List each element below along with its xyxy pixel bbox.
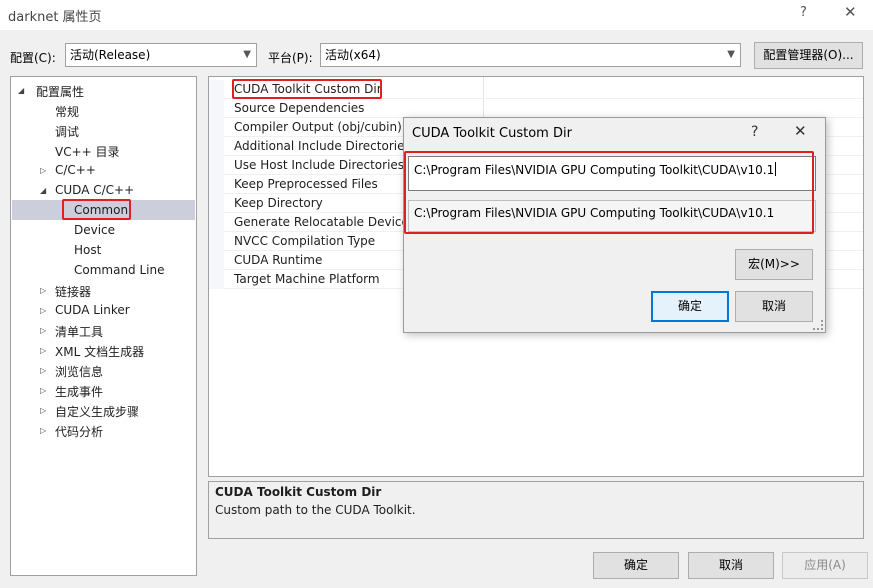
- expand-icon[interactable]: ▷: [40, 386, 46, 395]
- property-tree: ◢ 配置属性 常规 调试 VC++ 目录 ▷ C/C++ ◢ CUDA C/C+…: [10, 76, 197, 576]
- chevron-down-icon: ▼: [243, 49, 251, 60]
- dialog-highlight-box: [404, 151, 814, 234]
- property-name: NVCC Compilation Type: [234, 234, 376, 248]
- collapse-icon[interactable]: ◢: [40, 186, 46, 195]
- tree-item-xml-doc-generator[interactable]: XML 文档生成器: [55, 343, 144, 360]
- property-highlight-box: [232, 79, 382, 99]
- help-icon[interactable]: ?: [800, 5, 807, 20]
- property-name: Generate Relocatable Device: [234, 215, 409, 229]
- property-name: Source Dependencies: [234, 101, 365, 115]
- property-name: Use Host Include Directories: [234, 158, 405, 172]
- common-highlight-box: [62, 199, 131, 220]
- property-name: Keep Directory: [234, 196, 323, 210]
- window-title: darknet 属性页: [8, 10, 102, 25]
- ok-button[interactable]: 确定: [593, 552, 679, 579]
- dialog-title: CUDA Toolkit Custom Dir: [412, 126, 572, 141]
- expand-icon[interactable]: ▷: [40, 306, 46, 315]
- collapse-icon[interactable]: ◢: [18, 86, 24, 95]
- tree-item-host[interactable]: Host: [74, 243, 101, 257]
- property-name: Target Machine Platform: [234, 272, 380, 286]
- tree-item-code-analysis[interactable]: 代码分析: [55, 423, 103, 440]
- property-name: Compiler Output (obj/cubin): [234, 120, 402, 134]
- description-title: CUDA Toolkit Custom Dir: [215, 485, 382, 499]
- title-bar: [0, 0, 873, 30]
- cancel-button[interactable]: 取消: [688, 552, 774, 579]
- expand-icon[interactable]: ▷: [40, 346, 46, 355]
- platform-value: 活动(x64): [325, 48, 381, 62]
- tree-item-device[interactable]: Device: [74, 223, 115, 237]
- config-dropdown[interactable]: 活动(Release) ▼: [65, 43, 257, 67]
- close-icon[interactable]: ✕: [794, 122, 807, 140]
- expand-icon[interactable]: ▷: [40, 366, 46, 375]
- tree-item-cuda-c-cpp[interactable]: CUDA C/C++: [55, 183, 134, 197]
- expand-icon[interactable]: ▷: [40, 166, 46, 175]
- tree-item-build-events[interactable]: 生成事件: [55, 383, 103, 400]
- property-name: Additional Include Directories: [234, 139, 411, 153]
- description-text: Custom path to the CUDA Toolkit.: [215, 503, 416, 517]
- close-icon[interactable]: ✕: [844, 3, 857, 21]
- tree-item-custom-build-step[interactable]: 自定义生成步骤: [55, 403, 139, 420]
- platform-label: 平台(P):: [268, 51, 313, 65]
- tree-item-vc-directories[interactable]: VC++ 目录: [55, 143, 120, 160]
- chevron-down-icon: ▼: [727, 49, 735, 60]
- help-icon[interactable]: ?: [751, 124, 758, 140]
- tree-item-c-cpp[interactable]: C/C++: [55, 163, 96, 177]
- expand-icon[interactable]: ▷: [40, 426, 46, 435]
- property-name: Keep Preprocessed Files: [234, 177, 378, 191]
- tree-item-browse-info[interactable]: 浏览信息: [55, 363, 103, 380]
- resize-grip-icon[interactable]: [813, 320, 823, 330]
- tree-item-cuda-linker[interactable]: CUDA Linker: [55, 303, 130, 317]
- platform-dropdown[interactable]: 活动(x64) ▼: [320, 43, 741, 67]
- description-pane: CUDA Toolkit Custom Dir Custom path to t…: [208, 481, 864, 539]
- dialog-ok-button[interactable]: 确定: [651, 291, 729, 322]
- config-value: 活动(Release): [70, 48, 151, 62]
- property-row[interactable]: Source Dependencies: [209, 99, 863, 118]
- dialog-cancel-button[interactable]: 取消: [735, 291, 813, 322]
- tree-item-manifest-tool[interactable]: 清单工具: [55, 323, 103, 340]
- tree-item-debugging[interactable]: 调试: [55, 123, 79, 140]
- expand-icon[interactable]: ▷: [40, 406, 46, 415]
- expand-icon[interactable]: ▷: [40, 326, 46, 335]
- config-label: 配置(C):: [10, 51, 56, 65]
- tree-item-general[interactable]: 常规: [55, 103, 79, 120]
- tree-item-config-properties[interactable]: 配置属性: [36, 83, 84, 100]
- config-manager-button[interactable]: 配置管理器(O)...: [754, 42, 863, 69]
- custom-dir-dialog: CUDA Toolkit Custom Dir ? ✕ C:\Program F…: [403, 117, 826, 333]
- property-name: CUDA Runtime: [234, 253, 323, 267]
- macro-button[interactable]: 宏(M)>>: [735, 249, 813, 280]
- apply-button[interactable]: 应用(A): [782, 552, 868, 579]
- expand-icon[interactable]: ▷: [40, 286, 46, 295]
- tree-item-linker[interactable]: 链接器: [55, 283, 91, 300]
- tree-item-command-line[interactable]: Command Line: [74, 263, 165, 277]
